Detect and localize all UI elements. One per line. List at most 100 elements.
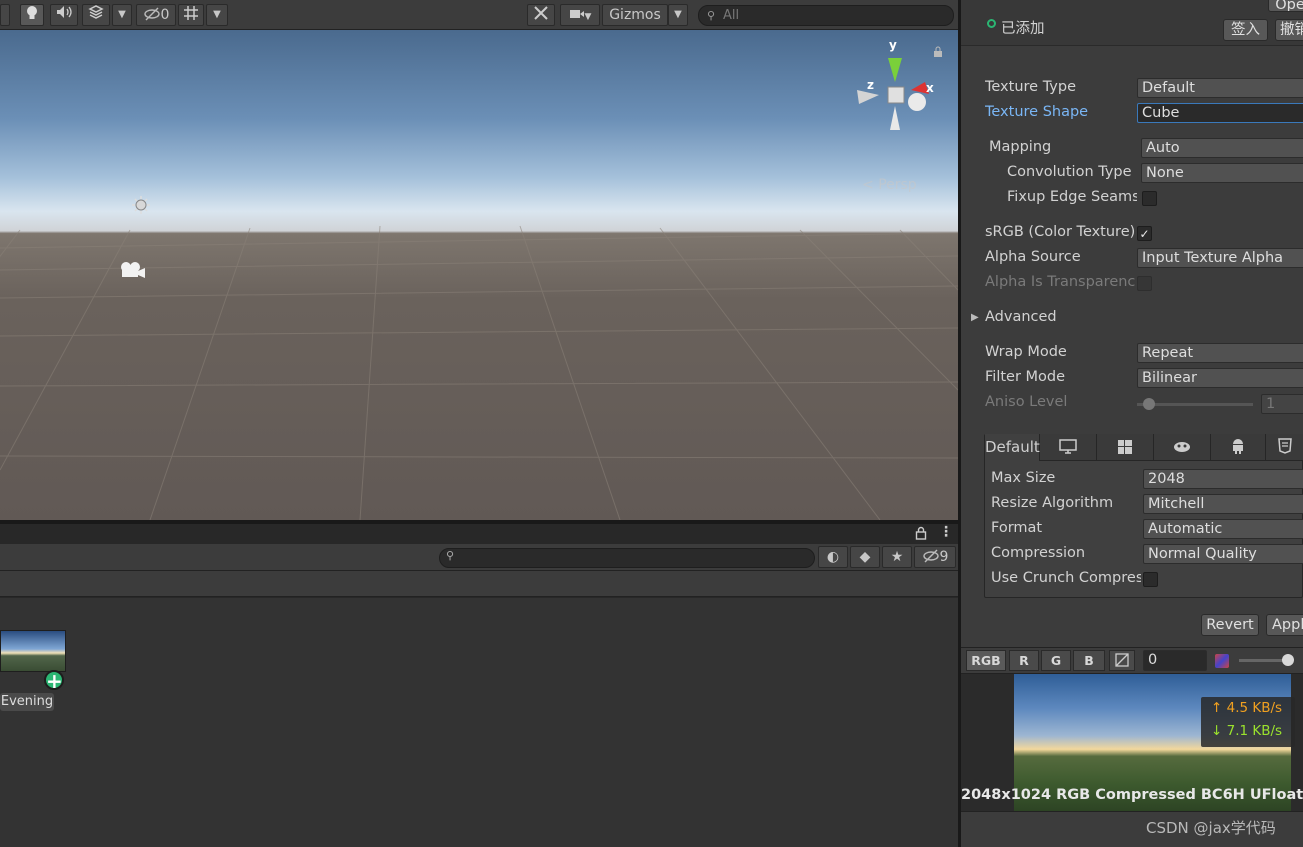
html5-icon: [1277, 438, 1292, 454]
effects-dropdown-button[interactable]: ▼: [112, 4, 132, 26]
lock-icon[interactable]: [915, 526, 927, 544]
alpha-is-transparency-label: Alpha Is Transparency: [985, 274, 1135, 290]
orientation-gizmo[interactable]: y z x: [855, 38, 945, 148]
aniso-level-value[interactable]: 1: [1261, 394, 1303, 414]
channel-b-button[interactable]: B: [1073, 650, 1105, 671]
wrap-mode-dropdown[interactable]: Repeat: [1137, 343, 1303, 363]
windows-icon: [1118, 440, 1132, 454]
texture-shape-label: Texture Shape: [985, 104, 1089, 120]
asset-label[interactable]: Evening: [0, 693, 54, 711]
network-speed-overlay: ↑ 4.5 KB/s ↓ 7.1 KB/s: [1201, 697, 1295, 747]
upload-speed-value: 4.5 KB/s: [1226, 700, 1283, 716]
max-size-dropdown[interactable]: 2048: [1143, 469, 1303, 489]
sun-icon: [132, 196, 150, 214]
grid-dropdown-button[interactable]: ▼: [206, 4, 228, 26]
tab-standalone[interactable]: [1040, 434, 1097, 461]
tools-button[interactable]: [527, 4, 555, 26]
projection-mode-label[interactable]: < Persp: [862, 177, 917, 193]
arrow-down-icon: ↓: [1211, 723, 1223, 739]
asset-thumbnail[interactable]: [0, 630, 66, 672]
project-search-input[interactable]: ⚲: [439, 548, 815, 568]
upload-speed: ↑ 4.5 KB/s: [1211, 697, 1295, 720]
advanced-foldout-label[interactable]: Advanced: [985, 309, 1057, 325]
toolbar-edge: [0, 4, 10, 26]
camera-gizmo[interactable]: [118, 260, 148, 280]
lighting-toggle-button[interactable]: [20, 4, 44, 26]
mip-level-input[interactable]: 0: [1143, 650, 1207, 671]
scene-view[interactable]: y z x < Persp: [0, 30, 958, 520]
layers-icon: [88, 5, 104, 19]
hidden-packages-button[interactable]: 9: [914, 546, 956, 568]
scene-search-input[interactable]: ⚲ All: [698, 5, 954, 26]
grid-toggle-button[interactable]: [178, 4, 204, 26]
max-size-label: Max Size: [991, 470, 1056, 486]
project-panel-header: ⋮: [0, 524, 958, 544]
tab-default[interactable]: Default: [985, 434, 1040, 461]
open-button[interactable]: Ope: [1268, 0, 1303, 12]
srgb-label: sRGB (Color Texture): [985, 224, 1135, 240]
tab-windows-store[interactable]: [1097, 434, 1154, 461]
revert-button[interactable]: Revert: [1201, 614, 1259, 636]
chevron-down-icon: ▼: [584, 12, 592, 22]
use-crunch-label: Use Crunch Compression: [991, 570, 1141, 586]
filter-by-label-button[interactable]: ◆: [850, 546, 880, 568]
channel-r-button[interactable]: R: [1009, 650, 1039, 671]
convolution-type-dropdown[interactable]: None: [1141, 163, 1303, 183]
grid-icon: [184, 6, 198, 20]
light-bulb-icon: [27, 6, 37, 19]
tag-icon: ◆: [859, 549, 871, 565]
alpha-source-dropdown[interactable]: Input Texture Alpha: [1137, 248, 1303, 268]
added-status-label: 已添加: [1001, 21, 1045, 37]
checkin-button[interactable]: 签入: [1223, 19, 1268, 41]
alpha-toggle-button[interactable]: [1109, 650, 1135, 671]
watermark-text: CSDN @jax学代码: [1146, 819, 1276, 837]
project-hidden-count: 9: [939, 549, 949, 565]
effects-toggle-button[interactable]: [82, 4, 110, 26]
version-control-bar: Ope 已添加 签入 撤销: [961, 0, 1303, 46]
audio-toggle-button[interactable]: [50, 4, 78, 26]
texture-shape-dropdown[interactable]: Cube: [1137, 103, 1303, 123]
filter-mode-label: Filter Mode: [985, 369, 1066, 385]
foldout-arrow-icon[interactable]: ▶: [971, 312, 979, 323]
fixup-edge-seams-checkbox[interactable]: [1142, 191, 1157, 206]
resize-algorithm-dropdown[interactable]: Mitchell: [1143, 494, 1303, 514]
gizmos-button[interactable]: Gizmos: [602, 4, 668, 26]
persp-text: Persp: [878, 177, 917, 193]
gizmos-dropdown-button[interactable]: ▼: [668, 4, 688, 26]
favorites-button[interactable]: ★: [882, 546, 912, 568]
eye-hidden-icon: [143, 7, 160, 21]
filter-mode-dropdown[interactable]: Bilinear: [1137, 368, 1303, 388]
wrap-mode-label: Wrap Mode: [985, 344, 1067, 360]
more-options-icon[interactable]: ⋮: [939, 524, 953, 540]
tab-server[interactable]: [1154, 434, 1211, 461]
scene-visibility-button[interactable]: 0: [136, 4, 176, 26]
resize-algorithm-label: Resize Algorithm: [991, 495, 1114, 511]
checkmark-icon: ✓: [1139, 227, 1150, 241]
srgb-checkbox[interactable]: ✓: [1137, 226, 1152, 241]
aniso-slider-thumb[interactable]: [1143, 398, 1155, 410]
mapping-dropdown[interactable]: Auto: [1141, 138, 1303, 158]
gizmo-axis-x-label: x: [926, 81, 934, 95]
revert-vc-button[interactable]: 撤销: [1275, 19, 1303, 41]
tab-android[interactable]: [1211, 434, 1266, 461]
filter-by-type-button[interactable]: ◐: [818, 546, 848, 568]
compression-dropdown[interactable]: Normal Quality: [1143, 544, 1303, 564]
texture-info-text: 2048x1024 RGB Compressed BC6H UFloat 2: [961, 787, 1303, 803]
camera-settings-button[interactable]: ▼: [560, 4, 600, 26]
format-dropdown[interactable]: Automatic: [1143, 519, 1303, 539]
channel-g-button[interactable]: G: [1041, 650, 1071, 671]
tab-webgl[interactable]: [1266, 434, 1303, 461]
alpha-is-transparency-checkbox: [1137, 276, 1152, 291]
scene-toolbar: ▼ 0 ▼ ▼ Gizmos ▼ ⚲ All: [0, 0, 958, 30]
channel-rgb-button[interactable]: RGB: [966, 650, 1006, 671]
star-icon: ★: [890, 549, 904, 565]
exposure-slider-thumb[interactable]: [1282, 654, 1294, 666]
texture-type-dropdown[interactable]: Default: [1137, 78, 1303, 98]
monitor-icon: [1059, 439, 1077, 454]
directional-light-gizmo[interactable]: [131, 195, 151, 215]
gizmo-lock-icon[interactable]: [933, 46, 943, 58]
apply-button[interactable]: Apply: [1266, 614, 1303, 636]
tools-icon: [534, 6, 548, 20]
use-crunch-checkbox[interactable]: [1143, 572, 1158, 587]
add-plus-icon: +: [44, 669, 64, 693]
